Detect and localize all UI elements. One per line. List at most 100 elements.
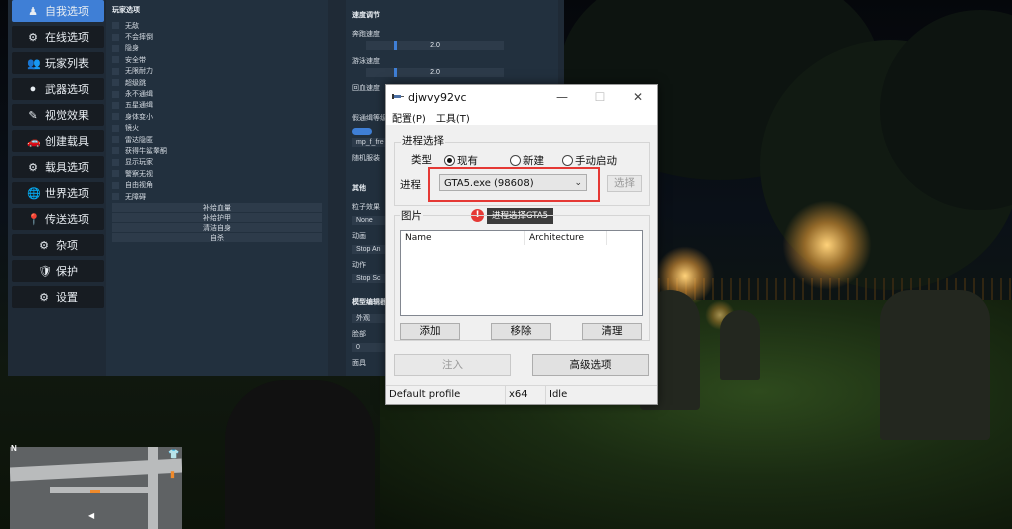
swim-speed-value: 2.0 xyxy=(430,69,440,76)
radio-manual-label: 手动启动 xyxy=(575,155,617,167)
particle-select[interactable]: None xyxy=(352,216,388,225)
clear-button[interactable]: 清理 xyxy=(582,323,642,340)
radio-dot[interactable] xyxy=(562,155,573,166)
checkbox[interactable] xyxy=(112,193,119,201)
checkbox[interactable] xyxy=(112,158,119,166)
menu-item-11[interactable]: ⚙ 设置 xyxy=(12,286,104,308)
option-checkbox-row[interactable]: 无限耐力 xyxy=(106,66,328,77)
column-name[interactable]: Name xyxy=(401,231,525,245)
mp-field[interactable]: mp_f_fre xyxy=(352,138,388,147)
checkbox[interactable] xyxy=(112,124,119,132)
select-button[interactable]: 选择 xyxy=(607,175,642,192)
option-checkbox-row[interactable]: 镜火 xyxy=(106,123,328,134)
checkbox[interactable] xyxy=(112,44,119,52)
option-checkbox-row[interactable]: 安全带 xyxy=(106,54,328,65)
option-checkbox-row[interactable]: 显示玩家 xyxy=(106,157,328,168)
player-action-button[interactable]: 补给血量 xyxy=(112,203,322,213)
option-checkbox-row[interactable]: 不会摔倒 xyxy=(106,31,328,42)
menu-tools[interactable]: 工具(T) xyxy=(436,110,470,125)
inject-button[interactable]: 注入 xyxy=(394,354,511,376)
option-checkbox-row[interactable]: 五星通缉 xyxy=(106,100,328,111)
menu-item-10[interactable]: 🛡 保护 xyxy=(12,260,104,282)
vehicle-blip-icon: ▬ xyxy=(90,485,100,496)
mod-menu-nav: ♟ 自我选项 ⚙ 在线选项 👥 玩家列表 ● 武器选项 ✎ 视觉效果 🚗 创建载具 ⚙ 载具选项 🌐 世界选项… xyxy=(8,0,106,312)
option-checkbox-row[interactable]: 超级跳 xyxy=(106,77,328,88)
menu-item-5[interactable]: 🚗 创建载具 xyxy=(12,130,104,152)
checkbox[interactable] xyxy=(112,79,119,87)
add-button[interactable]: 添加 xyxy=(400,323,460,340)
globe-icon: 🌐 xyxy=(27,187,41,200)
player-action-button[interactable]: 补给护甲 xyxy=(112,213,322,223)
highlight-box xyxy=(428,167,600,202)
checkbox[interactable] xyxy=(112,33,119,41)
menu-item-7[interactable]: 🌐 世界选项 xyxy=(12,182,104,204)
menu-item-label: 设置 xyxy=(56,292,78,304)
menu-item-6[interactable]: ⚙ 载具选项 xyxy=(12,156,104,178)
stop-action-button[interactable]: Stop Sc xyxy=(352,274,388,283)
radio-existing[interactable]: 现有 xyxy=(444,153,478,168)
checkbox[interactable] xyxy=(112,101,119,109)
menu-item-4[interactable]: ✎ 视觉效果 xyxy=(12,104,104,126)
radio-dot[interactable] xyxy=(444,155,455,166)
checkbox-label: 获得牛鲨睾酮 xyxy=(125,147,167,155)
option-checkbox-row[interactable]: 自由视角 xyxy=(106,179,328,190)
checkbox[interactable] xyxy=(112,113,119,121)
checkbox[interactable] xyxy=(112,147,119,155)
option-checkbox-row[interactable]: 永不通缉 xyxy=(106,88,328,99)
menu-item-0[interactable]: ♟ 自我选项 xyxy=(12,0,104,22)
status-bar: Default profile x64 Idle xyxy=(386,385,657,404)
vehicle-gear-icon: ⚙ xyxy=(28,161,38,174)
players-icon: 👥 xyxy=(27,57,41,70)
run-speed-slider[interactable]: 2.0 xyxy=(366,41,504,50)
remove-button[interactable]: 移除 xyxy=(491,323,551,340)
menu-item-3[interactable]: ● 武器选项 xyxy=(12,78,104,100)
dll-list[interactable]: Name Architecture xyxy=(400,230,643,316)
checkbox-label: 永不通缉 xyxy=(125,91,153,99)
radio-dot[interactable] xyxy=(510,155,521,166)
checkbox-label: 身体变小 xyxy=(125,113,153,121)
menu-item-8[interactable]: 📍 传送选项 xyxy=(12,208,104,230)
title-bar[interactable]: djwvy92vc — ☐ ✕ xyxy=(386,85,657,109)
option-checkbox-row[interactable]: 雷达隐匿 xyxy=(106,134,328,145)
maximize-button[interactable]: ☐ xyxy=(582,85,618,109)
checkbox[interactable] xyxy=(112,67,119,75)
settings-icon: ⚙ xyxy=(39,291,49,304)
close-button[interactable]: ✕ xyxy=(620,85,656,109)
column-architecture[interactable]: Architecture xyxy=(525,231,607,245)
checkbox[interactable] xyxy=(112,170,119,178)
checkbox[interactable] xyxy=(112,22,119,30)
menu-item-1[interactable]: ⚙ 在线选项 xyxy=(12,26,104,48)
swim-speed-slider[interactable]: 2.0 xyxy=(366,68,504,77)
menu-bar: 配置(P) 工具(T) xyxy=(386,109,657,125)
radio-new[interactable]: 新建 xyxy=(510,153,544,168)
wanted-toggle[interactable] xyxy=(352,128,372,135)
checkbox[interactable] xyxy=(112,181,119,189)
player-options-list: 无敌 不会摔倒 隐身 安全带 无限耐力 超级跳永不通缉五星通缉身体变小镜火 雷达隐匿获得牛鲨… xyxy=(106,20,328,202)
player-action-button[interactable]: 清洁自身 xyxy=(112,223,322,233)
pin-icon: 📍 xyxy=(27,213,41,226)
checkbox[interactable] xyxy=(112,56,119,64)
compass-north: N xyxy=(11,444,17,453)
option-checkbox-row[interactable]: 无障碍 xyxy=(106,191,328,202)
advanced-options-button[interactable]: 高级选项 xyxy=(532,354,649,376)
option-checkbox-row[interactable]: 身体变小 xyxy=(106,111,328,122)
process-select-label: 进程选择 xyxy=(401,133,445,148)
radio-manual[interactable]: 手动启动 xyxy=(562,153,617,168)
menu-item-9[interactable]: ⚙ 杂项 xyxy=(12,234,104,256)
checkbox[interactable] xyxy=(112,136,119,144)
option-checkbox-row[interactable]: 获得牛鲨睾酮 xyxy=(106,145,328,156)
checkbox-label: 五星通缉 xyxy=(125,102,153,110)
menu-config[interactable]: 配置(P) xyxy=(392,110,426,125)
option-checkbox-row[interactable]: 隐身 xyxy=(106,43,328,54)
option-checkbox-row[interactable]: 无敌 xyxy=(106,20,328,31)
appearance-button[interactable]: 外观 xyxy=(352,314,388,323)
player-character xyxy=(225,380,375,529)
minimize-button[interactable]: — xyxy=(544,85,580,109)
player-options-title: 玩家选项 xyxy=(112,7,140,14)
face-value[interactable]: 0 xyxy=(352,343,388,352)
stop-anim-button[interactable]: Stop An xyxy=(352,245,388,254)
option-checkbox-row[interactable]: 警察无视 xyxy=(106,168,328,179)
menu-item-2[interactable]: 👥 玩家列表 xyxy=(12,52,104,74)
player-action-button[interactable]: 自杀 xyxy=(112,233,322,243)
checkbox[interactable] xyxy=(112,90,119,98)
